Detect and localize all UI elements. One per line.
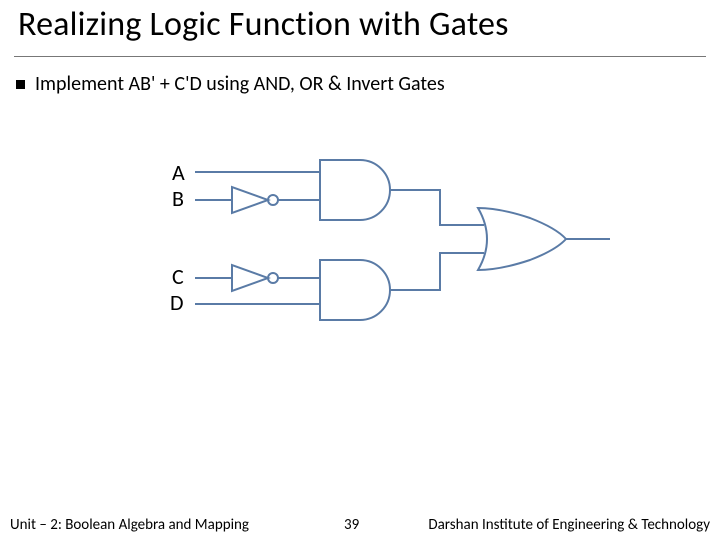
logic-diagram	[0, 0, 720, 540]
footer-page-number: 39	[344, 516, 359, 534]
footer-unit: Unit – 2: Boolean Algebra and Mapping	[10, 516, 249, 534]
not-gate-c	[232, 265, 278, 291]
footer-institute: Darshan Institute of Engineering & Techn…	[428, 516, 710, 534]
wire-and1-out	[390, 190, 484, 225]
not-gate-b	[232, 187, 278, 213]
or-gate	[478, 208, 566, 270]
and-gate-2	[320, 260, 390, 320]
and-gate-1	[320, 160, 390, 220]
wire-and2-out	[390, 253, 484, 290]
